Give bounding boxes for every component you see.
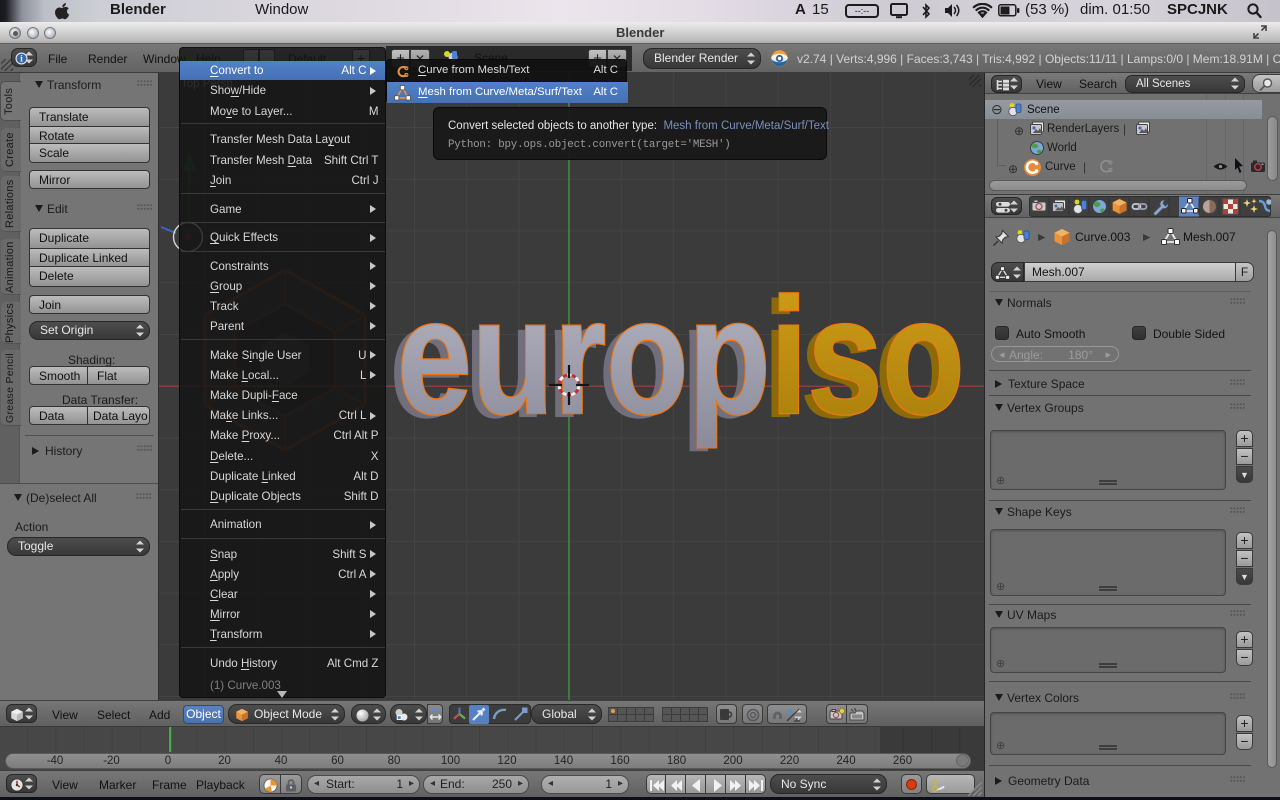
svg-text:iso: iso	[770, 273, 964, 448]
svg-text:europ: europ	[397, 273, 771, 448]
